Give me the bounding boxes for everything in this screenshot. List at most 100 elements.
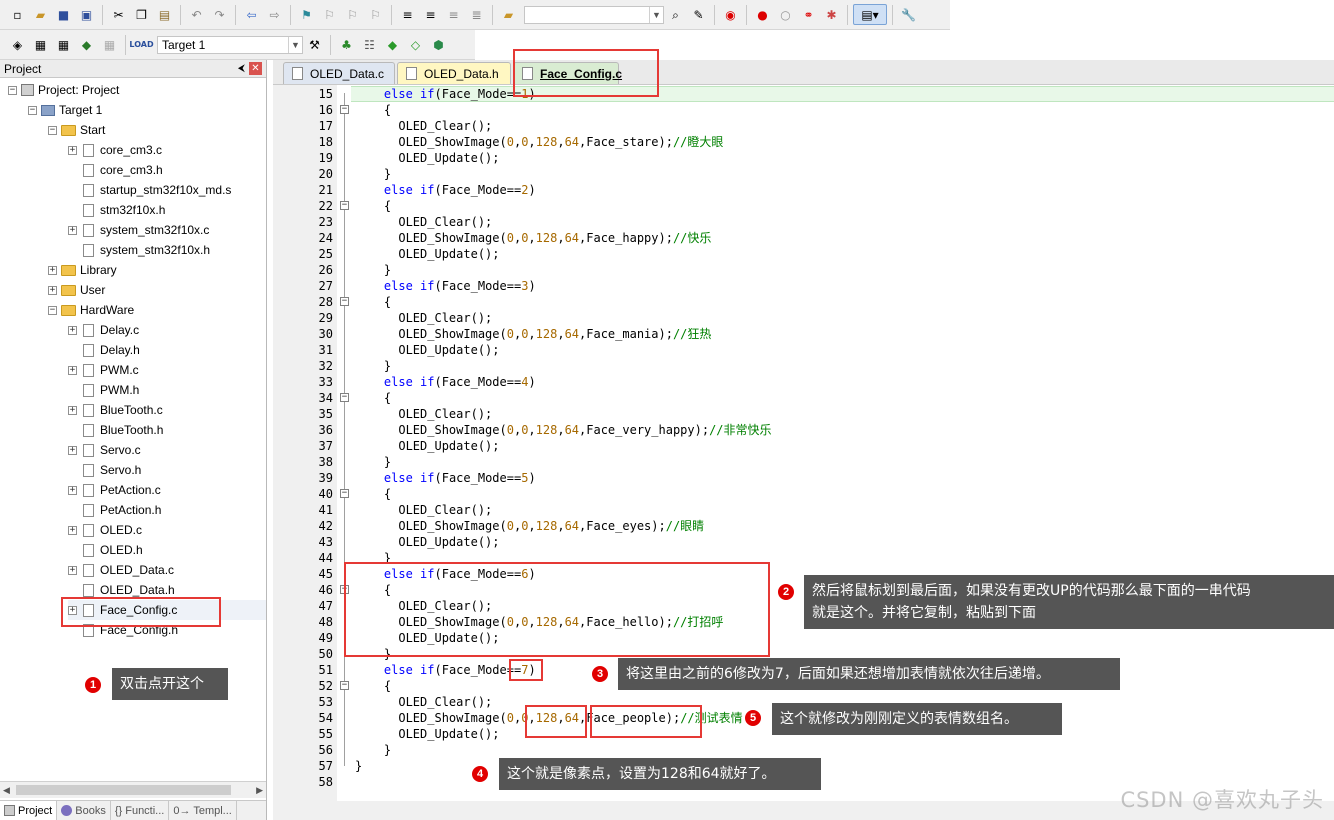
next-bookmark-icon[interactable]: ⚐ bbox=[342, 4, 363, 25]
select-packs-icon[interactable]: ☷ bbox=[359, 34, 380, 55]
code-line[interactable]: else if(Face_Mode==6) bbox=[355, 566, 536, 582]
run-time-environment-icon[interactable]: ⬢ bbox=[428, 34, 449, 55]
code-line[interactable]: { bbox=[355, 486, 391, 502]
save-icon[interactable]: ■ bbox=[53, 4, 74, 25]
tree-item[interactable]: + Library bbox=[48, 260, 117, 280]
code-line[interactable]: OLED_Update(); bbox=[355, 150, 499, 166]
find-combo[interactable]: ▼ bbox=[524, 5, 664, 24]
disable-all-breakpoints-icon[interactable]: ⚭ bbox=[798, 4, 819, 25]
tab-oled-data-h[interactable]: OLED_Data.h bbox=[397, 62, 511, 84]
redo-icon[interactable]: ↷ bbox=[209, 4, 230, 25]
clear-bookmarks-icon[interactable]: ⚐ bbox=[365, 4, 386, 25]
code-line[interactable]: OLED_Update(); bbox=[355, 342, 499, 358]
code-line[interactable]: { bbox=[355, 390, 391, 406]
tree-item[interactable]: − Start bbox=[48, 120, 105, 140]
tree-item[interactable]: + User bbox=[48, 280, 105, 300]
code-line[interactable]: else if(Face_Mode==4) bbox=[355, 374, 536, 390]
tree-item[interactable]: PetAction.h bbox=[68, 500, 161, 520]
code-line[interactable]: { bbox=[355, 678, 391, 694]
indent-icon[interactable]: ≡ bbox=[397, 4, 418, 25]
pack-installer-icon[interactable]: ◇ bbox=[405, 34, 426, 55]
uncomment-icon[interactable]: ≣ bbox=[466, 4, 487, 25]
find-in-files-icon[interactable]: ▰ bbox=[498, 4, 519, 25]
code-line[interactable]: OLED_Update(); bbox=[355, 438, 499, 454]
paste-icon[interactable]: ▤ bbox=[154, 4, 175, 25]
tab-templates[interactable]: 0→ Templ... bbox=[169, 801, 237, 820]
tree-item[interactable]: Servo.h bbox=[68, 460, 141, 480]
save-all-icon[interactable]: ▣ bbox=[76, 4, 97, 25]
code-line[interactable]: OLED_Clear(); bbox=[355, 310, 492, 326]
code-line[interactable]: } bbox=[355, 358, 391, 374]
code-line[interactable]: OLED_Update(); bbox=[355, 246, 499, 262]
tree-item[interactable]: core_cm3.h bbox=[68, 160, 163, 180]
tree-item[interactable]: + system_stm32f10x.c bbox=[68, 220, 209, 240]
tab-books[interactable]: Books bbox=[57, 801, 111, 820]
expand-icon[interactable]: + bbox=[68, 565, 77, 575]
tree-item[interactable]: − Target 1 bbox=[28, 100, 102, 120]
collapse-icon[interactable]: − bbox=[48, 305, 57, 315]
collapse-icon[interactable]: − bbox=[28, 105, 37, 115]
undo-icon[interactable]: ↶ bbox=[186, 4, 207, 25]
tab-oled-data-c[interactable]: OLED_Data.c bbox=[283, 62, 395, 84]
kill-all-breakpoints-icon[interactable]: ✱ bbox=[821, 4, 842, 25]
collapse-icon[interactable]: − bbox=[48, 125, 57, 135]
expand-icon[interactable]: + bbox=[68, 325, 77, 335]
prev-bookmark-icon[interactable]: ⚐ bbox=[319, 4, 340, 25]
code-line[interactable]: OLED_Update(); bbox=[355, 534, 499, 550]
tree-item[interactable]: + Face_Config.c bbox=[68, 600, 266, 620]
code-line[interactable]: OLED_Clear(); bbox=[355, 406, 492, 422]
code-line[interactable]: OLED_Clear(); bbox=[355, 502, 492, 518]
expand-icon[interactable]: + bbox=[68, 145, 77, 155]
tab-functions[interactable]: {} Functi... bbox=[111, 801, 170, 820]
code-line[interactable]: OLED_Update(); bbox=[355, 630, 499, 646]
project-horizontal-scrollbar[interactable]: ◀ ▶ bbox=[0, 781, 266, 798]
tab-face-config-c[interactable]: Face_Config.c bbox=[513, 62, 622, 84]
code-line[interactable]: } bbox=[355, 758, 362, 774]
code-line[interactable]: else if(Face_Mode==2) bbox=[355, 182, 536, 198]
tree-item[interactable]: + PWM.c bbox=[68, 360, 139, 380]
rebuild-icon[interactable]: ▦ bbox=[53, 34, 74, 55]
scroll-right-icon[interactable]: ▶ bbox=[256, 785, 263, 796]
configure-icon[interactable]: 🔧 bbox=[898, 4, 919, 25]
code-line[interactable]: OLED_ShowImage(0,0,128,64,Face_hello);//… bbox=[355, 614, 723, 630]
expand-icon[interactable]: + bbox=[68, 225, 77, 235]
tree-item[interactable]: system_stm32f10x.h bbox=[68, 240, 210, 260]
pin-icon[interactable]: ⮜ bbox=[238, 63, 245, 74]
tree-item[interactable]: + Delay.c bbox=[68, 320, 139, 340]
fold-toggle-icon[interactable]: − bbox=[340, 681, 349, 690]
open-folder-icon[interactable]: ▰ bbox=[30, 4, 51, 25]
tree-item[interactable]: + OLED_Data.c bbox=[68, 560, 174, 580]
tree-item[interactable]: Face_Config.h bbox=[68, 620, 178, 640]
tree-item[interactable]: + OLED.c bbox=[68, 520, 142, 540]
code-line[interactable]: } bbox=[355, 454, 391, 470]
download-icon[interactable]: LOAD bbox=[129, 34, 153, 55]
fold-toggle-icon[interactable]: − bbox=[340, 105, 349, 114]
code-line[interactable]: else if(Face_Mode==3) bbox=[355, 278, 536, 294]
manage-runtime-icon[interactable]: ◆ bbox=[382, 34, 403, 55]
code-line[interactable]: OLED_Clear(); bbox=[355, 118, 492, 134]
code-line[interactable]: } bbox=[355, 646, 391, 662]
scroll-left-icon[interactable]: ◀ bbox=[3, 785, 10, 796]
unindent-icon[interactable]: ≡ bbox=[420, 4, 441, 25]
code-line[interactable]: OLED_ShowImage(0,0,128,64,Face_mania);//… bbox=[355, 326, 711, 342]
disable-breakpoint-icon[interactable]: ○ bbox=[775, 4, 796, 25]
tree-item[interactable]: stm32f10x.h bbox=[68, 200, 165, 220]
bookmark-icon[interactable]: ⚑ bbox=[296, 4, 317, 25]
manage-project-items-icon[interactable]: ♣ bbox=[336, 34, 357, 55]
expand-icon[interactable]: + bbox=[68, 365, 77, 375]
collapse-icon[interactable]: − bbox=[8, 85, 17, 95]
expand-icon[interactable]: + bbox=[68, 525, 77, 535]
expand-icon[interactable]: + bbox=[68, 605, 77, 615]
code-line[interactable]: { bbox=[355, 102, 391, 118]
fold-toggle-icon[interactable]: − bbox=[340, 489, 349, 498]
code-line[interactable]: OLED_Clear(); bbox=[355, 598, 492, 614]
tree-item[interactable]: BlueTooth.h bbox=[68, 420, 163, 440]
code-line[interactable]: OLED_ShowImage(0,0,128,64,Face_stare);//… bbox=[355, 134, 723, 150]
expand-icon[interactable]: + bbox=[68, 405, 77, 415]
new-file-icon[interactable]: ▫ bbox=[7, 4, 28, 25]
expand-icon[interactable]: + bbox=[48, 265, 57, 275]
tree-item[interactable]: OLED_Data.h bbox=[68, 580, 175, 600]
code-line[interactable]: OLED_ShowImage(0,0,128,64,Face_people);/… bbox=[355, 710, 742, 726]
tab-project[interactable]: Project bbox=[0, 801, 58, 820]
code-line[interactable]: else if(Face_Mode==1) bbox=[355, 86, 536, 102]
